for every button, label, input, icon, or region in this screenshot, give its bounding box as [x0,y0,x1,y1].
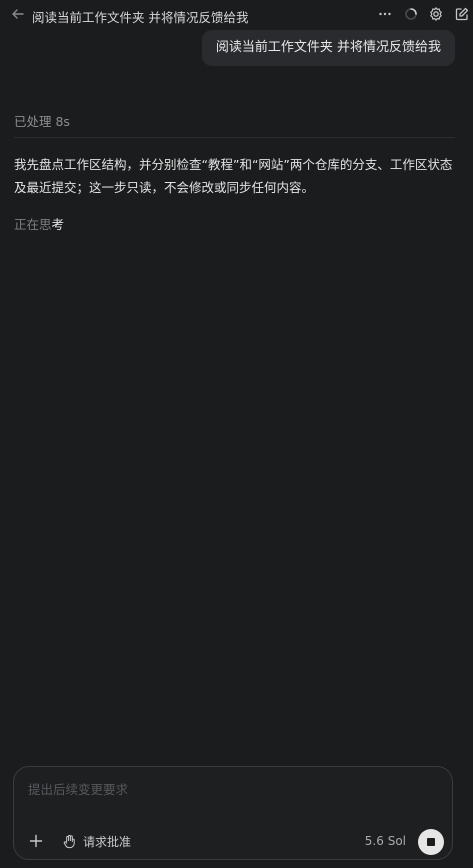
thinking-indicator: 正在思考 [14,214,64,233]
stop-button[interactable] [418,829,444,855]
plus-icon[interactable] [28,833,44,849]
processed-duration-label[interactable]: 已处理 8s [14,111,70,130]
user-message-bubble: 阅读当前工作文件夹 并将情况反馈给我 [201,30,455,66]
request-approval-label: 请求批准 [83,834,132,849]
stop-icon [427,838,435,846]
assistant-message: 我先盘点工作区结构，并分别检查“教程”和“网站”两个仓库的分支、工作区状态及最近… [14,157,453,195]
more-icon[interactable] [377,6,393,22]
thread-title: 阅读当前工作文件夹 并将情况反馈给我 [32,10,249,25]
edit-icon[interactable] [454,6,470,22]
divider [14,137,455,138]
composer: 请求批准 5.6 Sol [13,766,453,860]
thinking-text-dim: 正在思 [14,217,52,232]
follow-up-input[interactable] [26,781,430,798]
request-approval-button[interactable]: 请求批准 [62,833,131,849]
loading-spinner-icon [405,8,417,20]
thinking-text-bright: 考 [51,217,65,232]
chat-app: 阅读当前工作文件夹 并将情况反馈给我 阅读当前工作文件夹 并将情况反馈给我 已处… [0,0,473,868]
model-selector[interactable]: 5.6 Sol [365,834,406,848]
settings-gear-icon[interactable] [428,6,444,22]
header-bar: 阅读当前工作文件夹 并将情况反馈给我 [0,0,473,30]
back-arrow-icon[interactable] [10,6,26,22]
hand-icon [63,834,75,848]
